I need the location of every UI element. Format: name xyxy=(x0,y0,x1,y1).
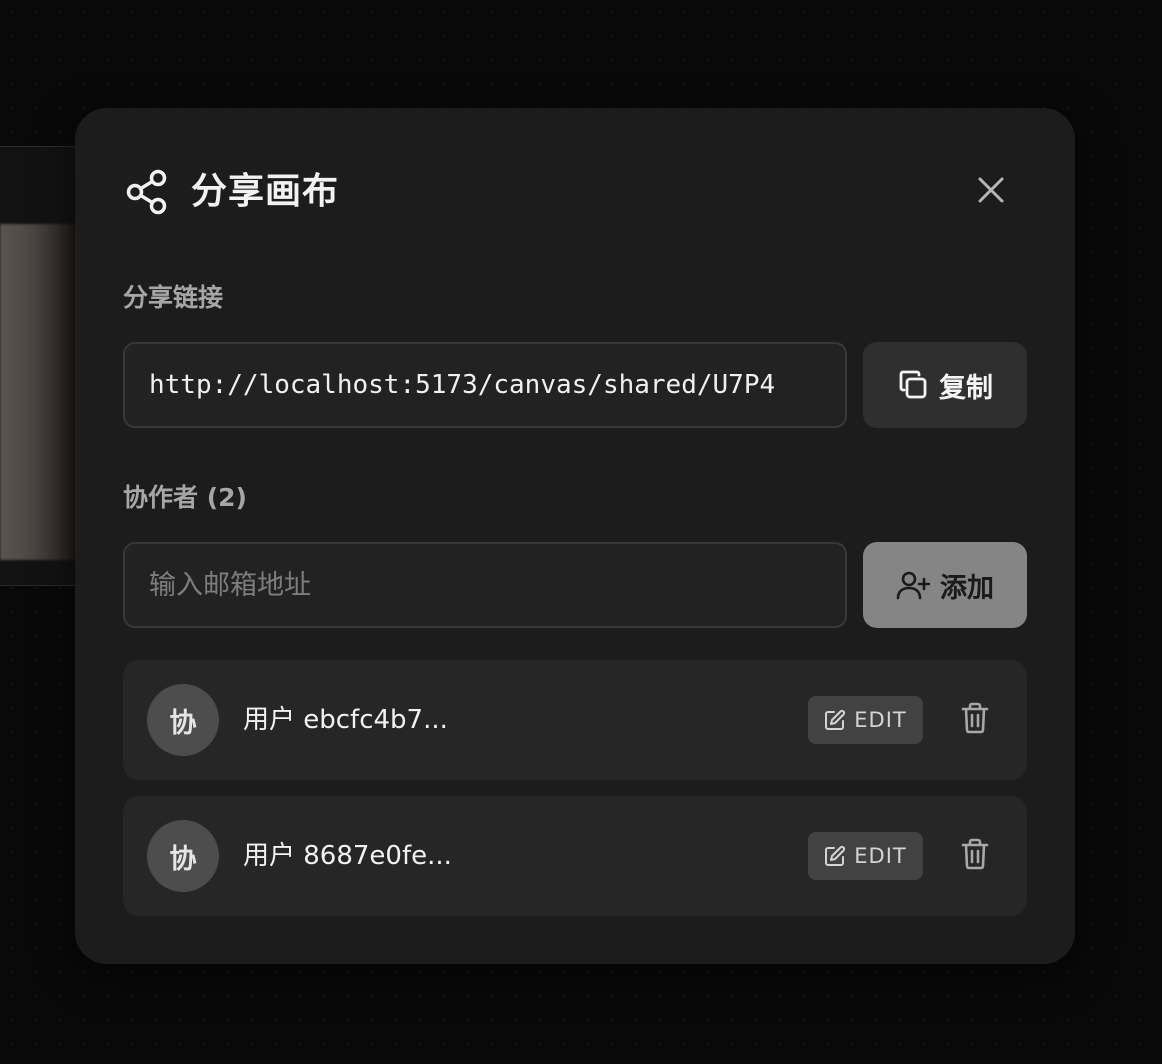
role-edit-button[interactable]: EDIT xyxy=(808,832,923,880)
copy-icon xyxy=(897,369,929,401)
trash-icon xyxy=(961,838,989,874)
collaborators-label: 协作者 (2) xyxy=(123,483,247,512)
modal-title: 分享画布 xyxy=(191,171,340,212)
close-button[interactable] xyxy=(971,172,1011,212)
close-icon xyxy=(977,176,1005,208)
collaborator-row: 协 用户 ebcfc4b7... EDIT xyxy=(123,660,1027,780)
copy-button[interactable]: 复制 xyxy=(863,342,1027,428)
collaborator-name: 用户 8687e0fe... xyxy=(243,841,452,871)
avatar: 协 xyxy=(147,684,219,756)
role-label: EDIT xyxy=(854,844,907,868)
share-icon xyxy=(125,168,169,216)
share-link-field[interactable] xyxy=(123,342,847,428)
collaborator-row: 协 用户 8687e0fe... EDIT xyxy=(123,796,1027,916)
trash-icon xyxy=(961,702,989,738)
collaborator-list: 协 用户 ebcfc4b7... EDIT 协 用户 8687e0fe... E… xyxy=(123,660,1027,932)
role-label: EDIT xyxy=(854,708,907,732)
role-edit-button[interactable]: EDIT xyxy=(808,696,923,744)
edit-icon xyxy=(824,845,846,867)
edit-icon xyxy=(824,709,846,731)
delete-collaborator-button[interactable] xyxy=(957,700,993,740)
background-canvas-image xyxy=(0,224,76,560)
add-button-label: 添加 xyxy=(940,572,994,604)
share-link-label: 分享链接 xyxy=(123,283,224,312)
copy-button-label: 复制 xyxy=(939,372,993,404)
collaborator-name: 用户 ebcfc4b7... xyxy=(243,705,448,735)
delete-collaborator-button[interactable] xyxy=(957,836,993,876)
share-canvas-modal: 分享画布 分享链接 复制 协作者 (2) xyxy=(75,108,1075,964)
user-plus-icon xyxy=(896,569,930,601)
avatar: 协 xyxy=(147,820,219,892)
email-input[interactable] xyxy=(123,542,847,628)
add-collaborator-button[interactable]: 添加 xyxy=(863,542,1027,628)
